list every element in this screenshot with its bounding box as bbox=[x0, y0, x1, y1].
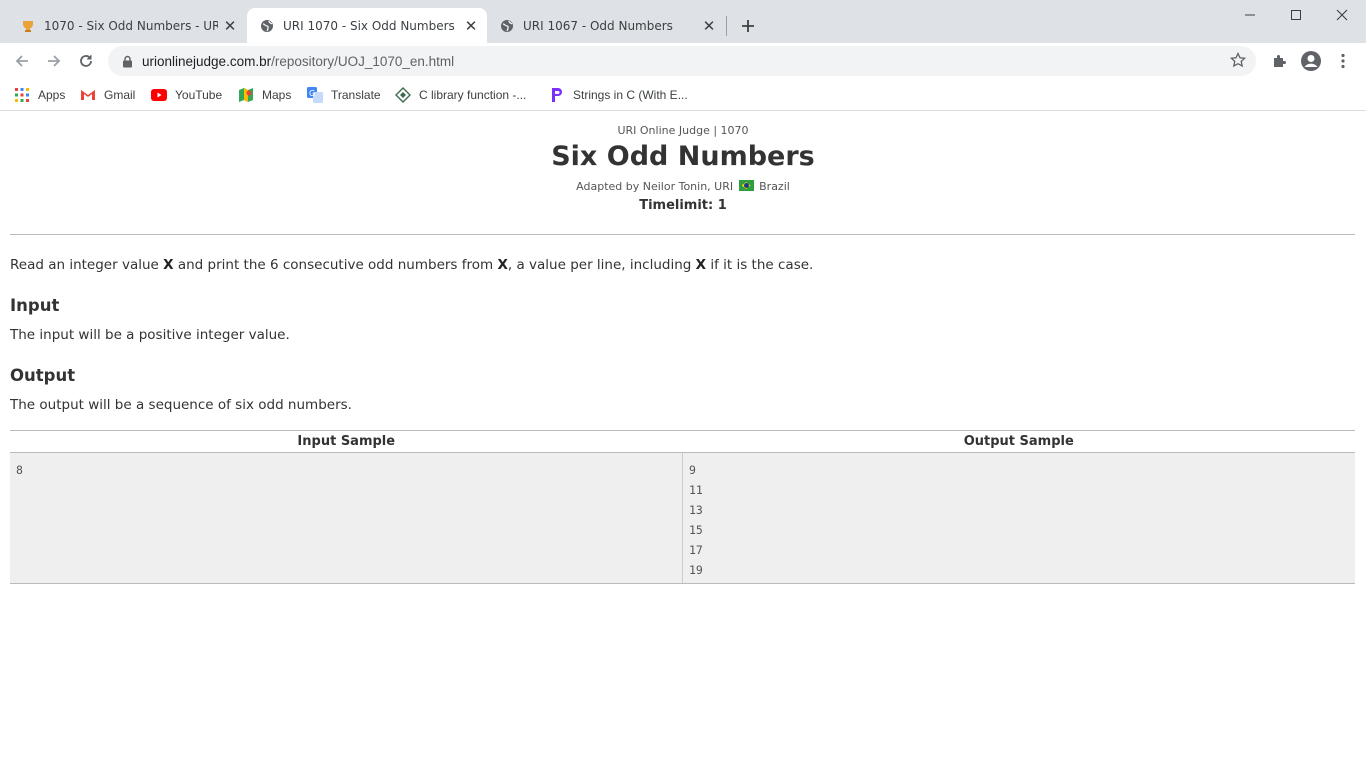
brazil-flag-icon bbox=[738, 180, 754, 191]
arrow-right-icon bbox=[48, 55, 61, 67]
judge-line: URI Online Judge | 1070 bbox=[617, 124, 749, 137]
tab-title: 1070 - Six Odd Numbers - URI O bbox=[44, 18, 218, 33]
adapted-by: Adapted by Neilor Tonin, URI Brazil bbox=[0, 180, 1366, 193]
arrow-left-icon bbox=[15, 55, 28, 67]
desc-var: X bbox=[163, 257, 174, 273]
sample-table-body: 8 9 11 13 15 17 19 bbox=[10, 453, 1355, 584]
extensions-icon[interactable] bbox=[1266, 48, 1292, 74]
adapted-by-text: Adapted by Neilor Tonin, URI bbox=[576, 180, 734, 193]
tab-strip: 1070 - Six Odd Numbers - URI O ✕ URI 107… bbox=[0, 0, 1366, 43]
url-path: /repository/UOJ_1070_en.html bbox=[271, 53, 455, 69]
url-host: urionlinejudge.com.br bbox=[142, 53, 272, 69]
bookmark-youtube[interactable]: YouTube bbox=[151, 85, 222, 105]
maximize-button[interactable] bbox=[1273, 0, 1319, 30]
apps-grid-icon bbox=[14, 87, 30, 103]
tab-uri-1067[interactable]: URI 1067 - Odd Numbers ✕ bbox=[487, 8, 725, 43]
bookmark-translate[interactable]: G Translate bbox=[307, 85, 381, 105]
bookmark-maps[interactable]: Maps bbox=[238, 85, 291, 105]
close-icon[interactable]: ✕ bbox=[463, 17, 479, 35]
problem-description: Read an integer value X and print the 6 … bbox=[10, 257, 813, 273]
page-content: URI Online Judge | 1070 Six Odd Numbers … bbox=[0, 112, 1366, 768]
tab-title: URI 1070 - Six Odd Numbers bbox=[283, 18, 455, 33]
minimize-button[interactable] bbox=[1227, 0, 1273, 30]
bookmark-label: YouTube bbox=[175, 88, 223, 102]
bookmark-label: Maps bbox=[262, 88, 292, 102]
bookmark-apps[interactable]: Apps bbox=[14, 85, 65, 105]
tab-uri-1070[interactable]: URI 1070 - Six Odd Numbers ✕ bbox=[247, 8, 487, 43]
output-text: The output will be a sequence of six odd… bbox=[10, 397, 352, 413]
bookmark-label: Apps bbox=[38, 88, 66, 102]
output-sample-line: 9 bbox=[689, 463, 696, 477]
reload-button[interactable] bbox=[72, 47, 100, 75]
browser-toolbar: urionlinejudge.com.br/repository/UOJ_107… bbox=[0, 43, 1366, 79]
close-window-button[interactable] bbox=[1319, 0, 1365, 30]
input-sample-header: Input Sample bbox=[297, 434, 396, 449]
input-sample-cell: 8 bbox=[10, 453, 683, 583]
desc-text: if it is the case. bbox=[706, 257, 814, 273]
programiz-icon bbox=[549, 87, 565, 103]
gmail-icon bbox=[80, 87, 96, 103]
svg-text:G: G bbox=[309, 89, 315, 98]
output-sample-line: 17 bbox=[689, 543, 703, 557]
plus-icon bbox=[742, 20, 754, 32]
input-heading: Input bbox=[10, 296, 60, 315]
bookmark-strings-in-c[interactable]: Strings in C (With E... bbox=[549, 85, 688, 105]
sample-table-header: Input Sample Output Sample bbox=[10, 430, 1355, 453]
translate-icon: G bbox=[307, 87, 323, 103]
close-icon[interactable]: ✕ bbox=[222, 17, 238, 35]
diamond-icon bbox=[395, 87, 411, 103]
desc-text: Read an integer value bbox=[10, 257, 164, 273]
input-text: The input will be a positive integer val… bbox=[10, 327, 290, 343]
forward-button[interactable] bbox=[40, 47, 68, 75]
close-icon[interactable]: ✕ bbox=[701, 17, 717, 35]
globe-icon bbox=[499, 18, 515, 34]
desc-var: X bbox=[695, 257, 707, 273]
timelimit: Timelimit: 1 bbox=[639, 198, 727, 213]
globe-icon bbox=[259, 18, 275, 34]
reload-icon bbox=[80, 55, 92, 67]
bookmark-label: Strings in C (With E... bbox=[573, 88, 688, 102]
adapted-country: Brazil bbox=[759, 180, 790, 193]
lock-icon bbox=[120, 54, 134, 68]
output-sample-cell: 9 11 13 15 17 19 bbox=[683, 453, 1355, 583]
output-sample-header: Output Sample bbox=[963, 434, 1074, 449]
menu-kebab-icon[interactable] bbox=[1330, 48, 1356, 74]
output-sample-line: 13 bbox=[689, 503, 703, 517]
tab-title: URI 1067 - Odd Numbers bbox=[523, 18, 673, 33]
new-tab-button[interactable] bbox=[736, 14, 760, 38]
bookmark-gmail[interactable]: Gmail bbox=[80, 85, 135, 105]
desc-text: , a value per line, including bbox=[507, 257, 696, 273]
desc-text: and print the 6 consecutive odd numbers … bbox=[173, 257, 498, 273]
output-sample-line: 11 bbox=[689, 483, 703, 497]
address-bar[interactable]: urionlinejudge.com.br/repository/UOJ_107… bbox=[108, 46, 1256, 76]
profile-avatar-icon[interactable] bbox=[1298, 48, 1324, 74]
youtube-icon bbox=[151, 87, 167, 103]
bookmark-label: Translate bbox=[331, 88, 381, 102]
close-icon bbox=[1336, 9, 1348, 21]
output-sample-line: 19 bbox=[689, 563, 703, 577]
bookmark-label: Gmail bbox=[104, 88, 136, 102]
bookmark-star-icon[interactable] bbox=[1229, 51, 1247, 72]
output-heading: Output bbox=[10, 366, 76, 385]
maps-icon bbox=[238, 87, 254, 103]
back-button[interactable] bbox=[8, 47, 36, 75]
output-sample-line: 15 bbox=[689, 523, 703, 537]
url-text: urionlinejudge.com.br/repository/UOJ_107… bbox=[142, 54, 454, 69]
desc-var: X bbox=[497, 257, 508, 273]
divider bbox=[10, 234, 1355, 235]
page-title: Six Odd Numbers bbox=[551, 141, 815, 172]
uri-trophy-icon bbox=[20, 18, 36, 34]
minimize-icon bbox=[1245, 14, 1255, 16]
bookmark-label: C library function -... bbox=[419, 88, 527, 102]
tab-1070-six-odd-numbers[interactable]: 1070 - Six Odd Numbers - URI O ✕ bbox=[8, 8, 246, 43]
tab-separator bbox=[726, 16, 727, 36]
input-sample-line: 8 bbox=[16, 463, 23, 477]
bookmark-c-library[interactable]: C library function -... bbox=[395, 85, 526, 105]
bookmarks-bar: Apps Gmail YouTube Maps G Translate C li… bbox=[0, 79, 1366, 111]
maximize-icon bbox=[1291, 10, 1301, 20]
sample-table: Input Sample Output Sample 8 9 11 13 15 … bbox=[10, 430, 1355, 584]
